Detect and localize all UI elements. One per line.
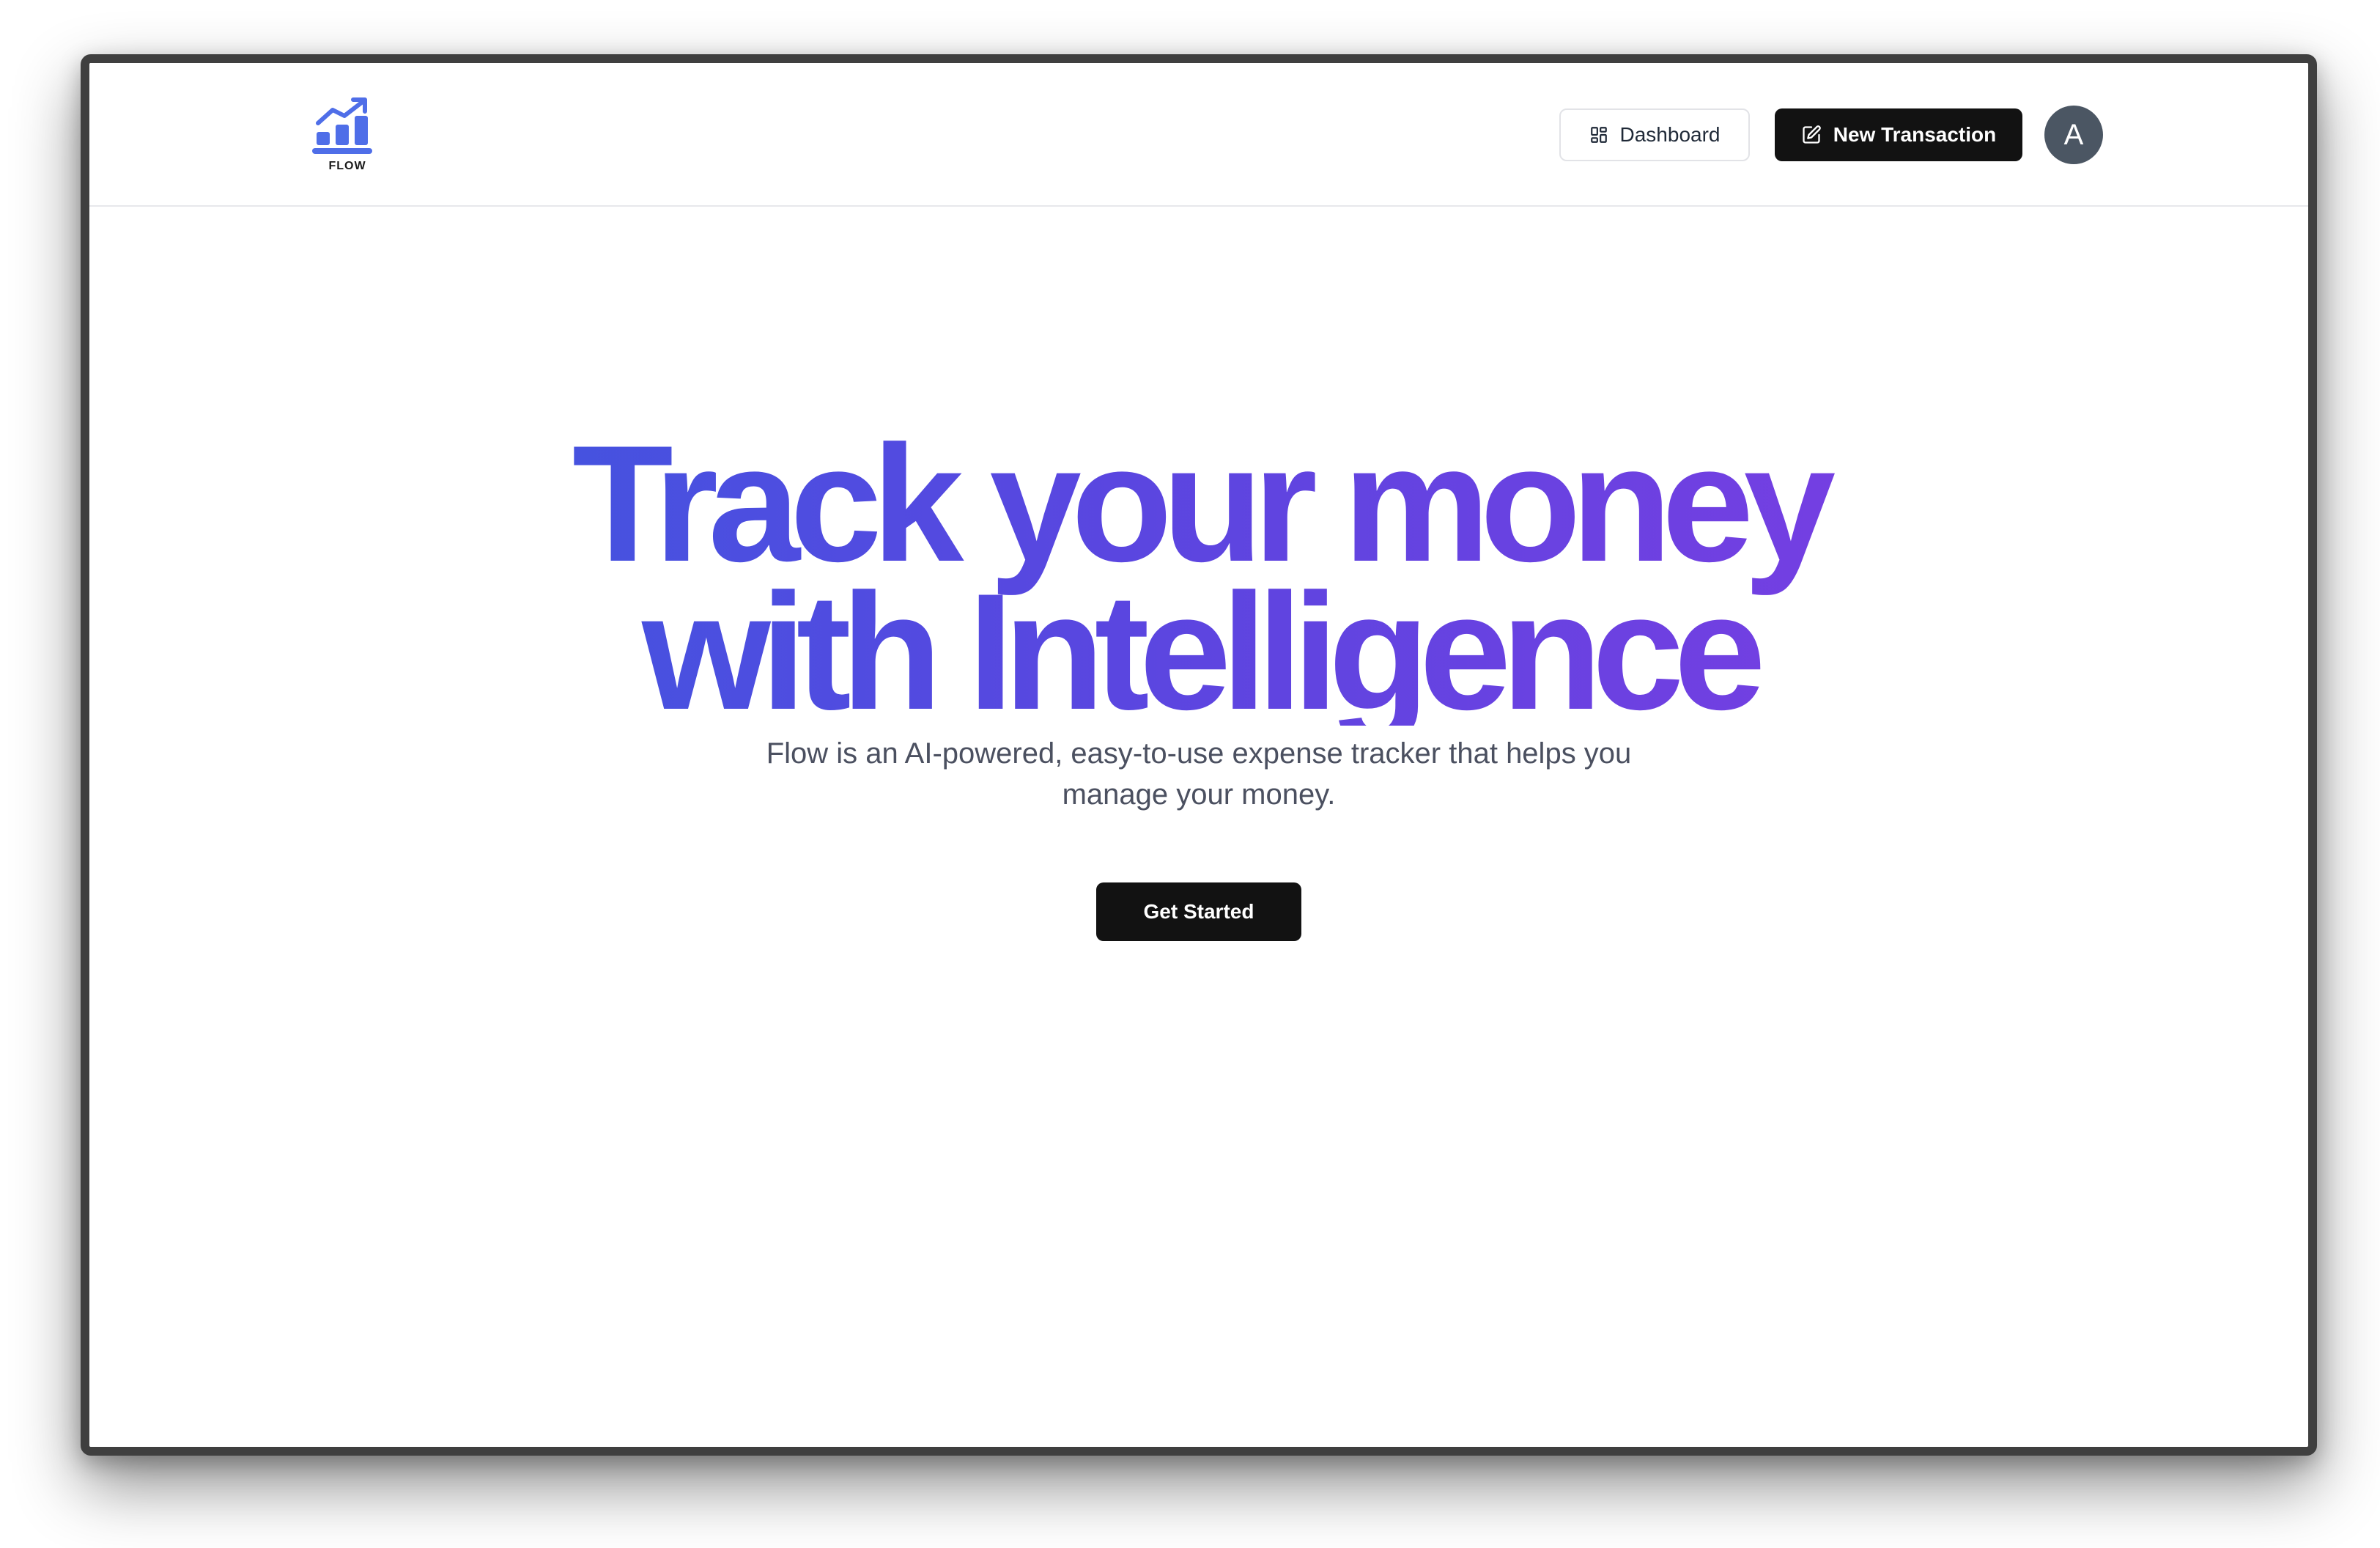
new-transaction-label: New Transaction	[1833, 123, 1997, 146]
chart-up-logo-icon	[312, 97, 372, 154]
user-avatar[interactable]: A	[2044, 106, 2103, 164]
pencil-square-icon	[1801, 125, 1822, 145]
dashboard-label: Dashboard	[1619, 123, 1721, 146]
hero-subtitle: Flow is an AI-powered, easy-to-use expen…	[766, 737, 1632, 811]
get-started-button[interactable]: Get Started	[1096, 882, 1301, 941]
browser-window: FLOW Dashboard New Transaction A Track y…	[81, 54, 2317, 1456]
flow-logo[interactable]: FLOW	[311, 97, 384, 177]
hero-title: Track your money with Intelligence	[393, 430, 2005, 726]
hero-title-line-1: Track your money	[572, 410, 1826, 596]
hero-title-line-2: with Intelligence	[641, 559, 1756, 744]
hero-section: Track your money with Intelligence Flow …	[89, 430, 2308, 815]
logo-text: FLOW	[328, 160, 366, 172]
layout-grid-icon	[1589, 125, 1608, 144]
new-transaction-button[interactable]: New Transaction	[1775, 108, 2022, 161]
navbar: FLOW Dashboard New Transaction A	[89, 63, 2308, 207]
dashboard-button[interactable]: Dashboard	[1559, 108, 1750, 161]
